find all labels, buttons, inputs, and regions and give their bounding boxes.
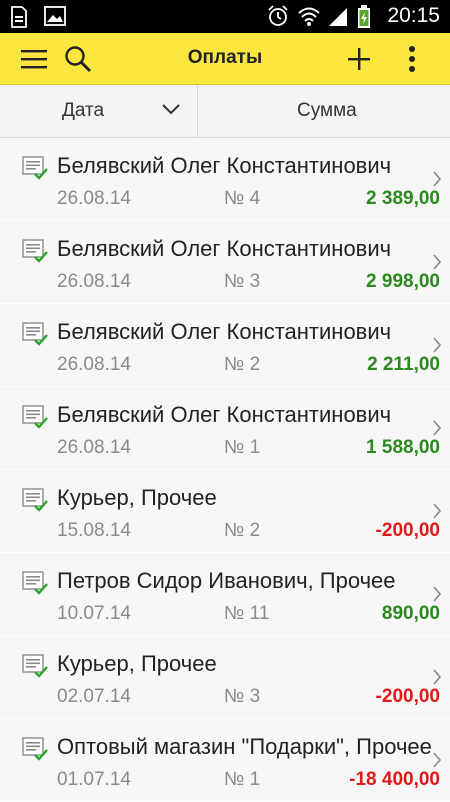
payment-number: № 1 [224, 437, 261, 458]
posted-document-icon [22, 487, 50, 515]
sort-by-date-dropdown[interactable]: Дата [0, 85, 198, 137]
payment-counterparty: Белявский Олег Константинович [57, 236, 392, 261]
payment-number: № 3 [224, 271, 261, 292]
payment-date: 15.08.14 [57, 520, 131, 541]
chevron-right-icon [432, 752, 442, 773]
payment-amount: -200,00 [375, 686, 440, 707]
chevron-right-icon [432, 171, 442, 192]
payment-amount: 1 588,00 [366, 437, 440, 458]
battery-charging-icon [357, 5, 379, 28]
status-time: 20:15 [387, 4, 440, 27]
chevron-down-icon [162, 102, 180, 120]
payment-amount: 2 389,00 [366, 188, 440, 209]
sort-sum-label: Сумма [297, 100, 357, 121]
payment-date: 26.08.14 [57, 437, 131, 458]
payment-amount: -18 400,00 [349, 769, 440, 790]
payment-number: № 1 [224, 769, 261, 790]
list-item[interactable]: Петров Сидор Иванович, Прочее 10.07.14 №… [0, 553, 450, 636]
chevron-right-icon [432, 586, 442, 607]
list-item[interactable]: Курьер, Прочее 02.07.14 № 3 -200,00 [0, 636, 450, 719]
status-bar: 20:15 [0, 0, 450, 33]
more-button[interactable] [394, 41, 430, 77]
sort-bar: Дата Сумма [0, 85, 450, 138]
chevron-right-icon [432, 254, 442, 275]
image-icon [44, 6, 66, 28]
more-vertical-icon [409, 46, 415, 72]
payment-date: 10.07.14 [57, 603, 131, 624]
posted-document-icon [22, 321, 50, 349]
hamburger-icon[interactable] [16, 41, 52, 77]
list-item[interactable]: Белявский Олег Константинович 26.08.14 №… [0, 387, 450, 470]
alarm-icon [267, 5, 289, 27]
posted-document-icon [22, 653, 50, 681]
chevron-right-icon [432, 420, 442, 441]
sort-by-sum-button[interactable]: Сумма [199, 85, 450, 137]
payments-list: Белявский Олег Константинович 26.08.14 №… [0, 138, 450, 802]
chevron-right-icon [432, 669, 442, 690]
payment-counterparty: Оптовый магазин "Подарки", Прочее [57, 734, 432, 759]
posted-document-icon [22, 736, 50, 764]
posted-document-icon [22, 404, 50, 432]
payment-number: № 3 [224, 686, 261, 707]
chevron-right-icon [432, 337, 442, 358]
search-icon[interactable] [60, 41, 96, 77]
payment-counterparty: Петров Сидор Иванович, Прочее [57, 568, 396, 593]
payment-amount: -200,00 [375, 520, 440, 541]
payment-number: № 11 [224, 603, 270, 624]
list-item[interactable]: Белявский Олег Константинович 26.08.14 №… [0, 304, 450, 387]
payment-amount: 2 998,00 [366, 271, 440, 292]
payment-date: 26.08.14 [57, 354, 131, 375]
payment-counterparty: Белявский Олег Константинович [57, 319, 392, 344]
file-icon [10, 6, 32, 28]
payment-number: № 2 [224, 520, 261, 541]
plus-icon [348, 48, 370, 70]
sort-date-label: Дата [62, 100, 105, 121]
payment-counterparty: Курьер, Прочее [57, 485, 217, 510]
list-item[interactable]: Оптовый магазин "Подарки", Прочее 01.07.… [0, 719, 450, 802]
wifi-icon [297, 5, 321, 27]
posted-document-icon [22, 570, 50, 598]
payment-date: 26.08.14 [57, 188, 131, 209]
app-toolbar: Оплаты [0, 33, 450, 85]
add-button[interactable] [341, 41, 377, 77]
posted-document-icon [22, 238, 50, 266]
payment-date: 26.08.14 [57, 271, 131, 292]
posted-document-icon [22, 155, 50, 183]
payment-date: 02.07.14 [57, 686, 131, 707]
payment-amount: 2 211,00 [367, 354, 440, 375]
payment-counterparty: Белявский Олег Константинович [57, 153, 392, 178]
payment-number: № 4 [224, 188, 261, 209]
list-item[interactable]: Белявский Олег Константинович 26.08.14 №… [0, 221, 450, 304]
payment-counterparty: Белявский Олег Константинович [57, 402, 392, 427]
list-item[interactable]: Белявский Олег Константинович 26.08.14 №… [0, 138, 450, 221]
payment-date: 01.07.14 [57, 769, 131, 790]
payment-number: № 2 [224, 354, 261, 375]
page-title: Оплаты [187, 47, 263, 68]
signal-icon [327, 5, 349, 27]
list-item[interactable]: Курьер, Прочее 15.08.14 № 2 -200,00 [0, 470, 450, 553]
chevron-right-icon [432, 503, 442, 524]
payment-counterparty: Курьер, Прочее [57, 651, 217, 676]
